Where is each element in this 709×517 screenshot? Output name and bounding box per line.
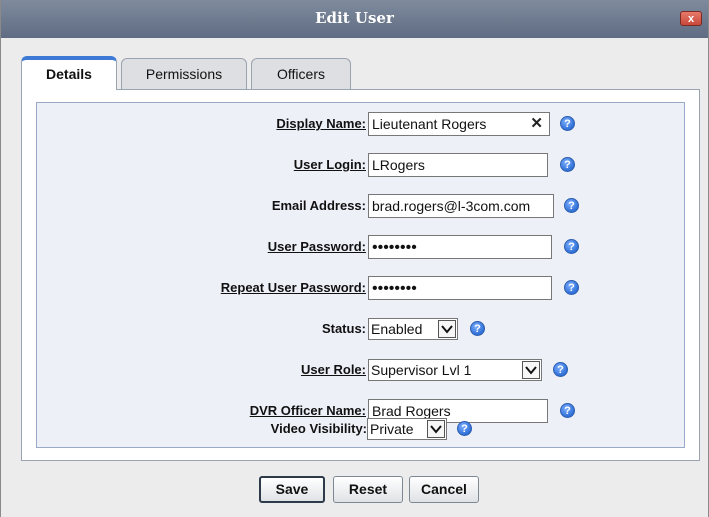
dialog-title: Edit User: [315, 9, 394, 27]
details-panel: Display Name: Lieutenant Rogers ✕ ? User…: [21, 89, 700, 461]
reset-button[interactable]: Reset: [333, 476, 403, 503]
close-icon: x: [687, 13, 695, 25]
user-role-select[interactable]: Supervisor Lvl 1: [368, 359, 542, 381]
tab-permissions[interactable]: Permissions: [121, 58, 247, 90]
help-icon[interactable]: ?: [564, 198, 579, 213]
save-button[interactable]: Save: [259, 476, 325, 503]
user-login-value: LRogers: [372, 157, 425, 173]
user-login-label: User Login:: [293, 157, 366, 172]
user-role-label: User Role:: [300, 362, 366, 377]
chevron-down-icon: [522, 361, 540, 379]
video-visibility-label: Video Visibility:: [270, 421, 367, 436]
display-name-row: Display Name: Lieutenant Rogers ✕ ?: [37, 112, 684, 138]
status-label: Status:: [321, 321, 366, 336]
help-icon[interactable]: ?: [564, 280, 579, 295]
cancel-button[interactable]: Cancel: [409, 476, 479, 503]
help-icon[interactable]: ?: [560, 403, 575, 418]
chevron-down-icon: [427, 420, 445, 438]
dialog-titlebar: Edit User x: [1, 0, 708, 38]
display-name-value: Lieutenant Rogers: [372, 116, 487, 132]
help-icon[interactable]: ?: [457, 421, 472, 436]
dvr-officer-name-label: DVR Officer Name:: [249, 403, 366, 418]
video-visibility-select[interactable]: Private: [367, 418, 447, 440]
user-password-row: User Password: •••••••• ?: [37, 235, 684, 261]
close-button[interactable]: x: [680, 11, 702, 26]
video-visibility-row: Video Visibility: Private ?: [36, 417, 685, 443]
video-visibility-value: Private: [370, 421, 414, 437]
email-address-row: Email Address: brad.rogers@l-3com.com ?: [37, 194, 684, 220]
user-login-input[interactable]: LRogers: [368, 153, 548, 177]
user-login-row: User Login: LRogers ?: [37, 153, 684, 179]
user-password-label: User Password:: [267, 239, 366, 254]
tab-details[interactable]: Details: [21, 56, 117, 90]
user-password-input[interactable]: ••••••••: [368, 235, 552, 259]
edit-user-dialog: Edit User x Details Permissions Officers…: [0, 0, 709, 517]
status-value: Enabled: [371, 321, 423, 337]
user-role-value: Supervisor Lvl 1: [371, 362, 472, 378]
display-name-input[interactable]: Lieutenant Rogers ✕: [368, 112, 550, 136]
repeat-password-label: Repeat User Password:: [220, 280, 366, 295]
user-details-form: Display Name: Lieutenant Rogers ✕ ? User…: [36, 102, 685, 448]
help-icon[interactable]: ?: [560, 157, 575, 172]
help-icon[interactable]: ?: [560, 116, 575, 131]
repeat-password-row: Repeat User Password: •••••••• ?: [37, 276, 684, 302]
help-icon[interactable]: ?: [470, 321, 485, 336]
user-password-value: ••••••••: [372, 239, 417, 256]
user-role-row: User Role: Supervisor Lvl 1 ?: [37, 358, 684, 384]
chevron-down-icon: [438, 320, 456, 338]
help-icon[interactable]: ?: [564, 239, 579, 254]
repeat-password-value: ••••••••: [372, 280, 417, 297]
clear-icon[interactable]: ✕: [530, 113, 543, 135]
email-address-value: brad.rogers@l-3com.com: [372, 198, 531, 214]
email-address-input[interactable]: brad.rogers@l-3com.com: [368, 194, 554, 218]
display-name-label: Display Name:: [276, 116, 366, 131]
help-icon[interactable]: ?: [553, 362, 568, 377]
repeat-password-input[interactable]: ••••••••: [368, 276, 552, 300]
status-row: Status: Enabled ?: [37, 317, 684, 343]
tab-officers[interactable]: Officers: [251, 58, 351, 90]
status-select[interactable]: Enabled: [368, 318, 458, 340]
email-address-label: Email Address:: [271, 198, 366, 213]
